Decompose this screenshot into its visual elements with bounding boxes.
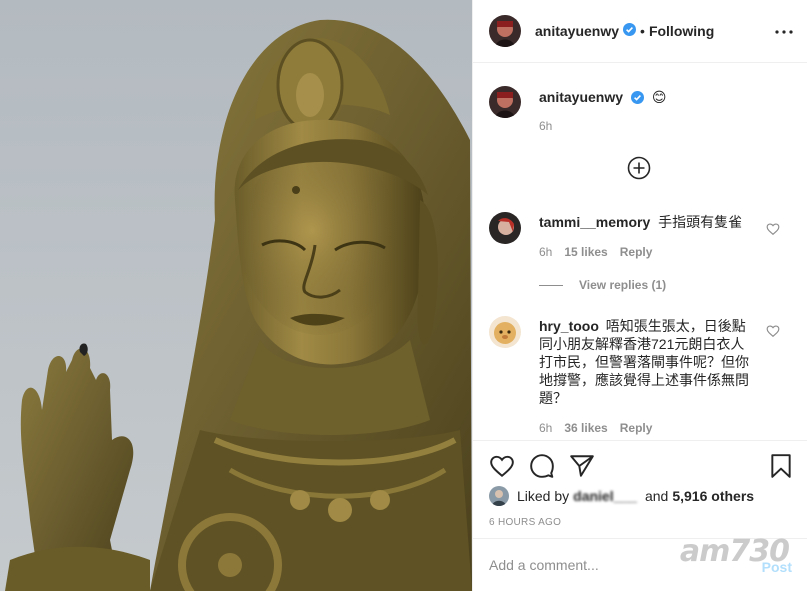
caption-emoji: 😊 <box>651 89 667 105</box>
likes-prefix: Liked by <box>517 488 570 504</box>
more-options-icon[interactable] <box>774 22 794 42</box>
comment-like-heart-icon[interactable] <box>766 324 780 338</box>
author-avatar-image <box>489 15 521 47</box>
comment-text-line: 題？ <box>539 390 567 406</box>
author-avatar[interactable] <box>489 15 521 47</box>
post-photo[interactable] <box>0 0 472 591</box>
commenter-avatar[interactable] <box>489 316 521 348</box>
commenter-username[interactable]: tammi__memory <box>539 214 650 230</box>
comment-likes[interactable]: 36 likes <box>564 421 607 435</box>
view-replies-label: View replies (1) <box>579 278 667 292</box>
caption-row: anitayuenwy 😊 <box>489 86 666 118</box>
plus-circle-icon <box>627 156 651 180</box>
comment-likes[interactable]: 15 likes <box>564 245 607 259</box>
liker-avatar[interactable] <box>489 486 509 506</box>
replies-divider <box>539 284 563 286</box>
guanyin-statue-image <box>0 0 472 591</box>
comment-meta: 6h 15 likes Reply <box>539 245 652 259</box>
caption-avatar[interactable] <box>489 86 521 118</box>
verified-badge-icon <box>630 90 644 108</box>
post-action-bar <box>473 440 807 492</box>
caption-time: 6h <box>539 119 553 133</box>
comment-time: 6h <box>539 421 553 435</box>
commenter-avatar[interactable] <box>489 212 521 244</box>
comment-row: hry_tooo 唔知張生張太，日後點 同小朋友解釋香港721元朗白衣人 打市民… <box>489 316 761 407</box>
commenter-username[interactable]: hry_tooo <box>539 318 599 334</box>
reply-button[interactable]: Reply <box>620 421 653 435</box>
author-username[interactable]: anitayuenwy <box>535 23 619 39</box>
share-paper-plane-icon[interactable] <box>569 453 595 479</box>
post-time-ago[interactable]: 6 HOURS AGO <box>489 517 561 528</box>
comment-time: 6h <box>539 245 553 259</box>
comment-text-line: 同小朋友解釋香港721元朗白衣人 <box>539 336 745 352</box>
reply-button[interactable]: Reply <box>620 245 653 259</box>
likes-connector: and <box>644 488 669 504</box>
others-count[interactable]: 5,916 others <box>672 488 754 504</box>
post-side-panel: anitayuenwy • Following anitayuenwy 😊 6h… <box>472 0 807 591</box>
am730-watermark: am730 <box>679 534 790 569</box>
comment-text-line: 打市民，但警署落閘事件呢？但你 <box>539 354 749 370</box>
comment-like-heart-icon[interactable] <box>766 222 780 236</box>
comment-meta: 6h 36 likes Reply <box>539 421 652 435</box>
caption-username[interactable]: anitayuenwy <box>539 89 623 105</box>
comments-section[interactable]: anitayuenwy 😊 6h tammi__memory 手指頭有隻雀 6h… <box>473 64 807 440</box>
separator-dot: • <box>640 23 645 39</box>
load-more-comments-button[interactable] <box>627 156 651 180</box>
view-replies-button[interactable]: View replies (1) <box>539 278 666 292</box>
comment-row: tammi__memory 手指頭有隻雀 <box>489 212 742 244</box>
post-header: anitayuenwy • Following <box>473 0 807 63</box>
comment-text-line: 地撐警，應該覺得上述事件係無問 <box>539 372 749 388</box>
verified-badge-icon <box>623 23 637 39</box>
comment-text: 手指頭有隻雀 <box>658 214 743 230</box>
liker-username[interactable]: daniel___ <box>573 488 637 504</box>
comment-text-line: 唔知張生張太，日後點 <box>605 318 746 334</box>
likes-summary: Liked by daniel___ and 5,916 others <box>489 486 754 506</box>
like-heart-icon[interactable] <box>489 453 515 479</box>
comment-bubble-icon[interactable] <box>529 453 555 479</box>
following-button[interactable]: Following <box>649 23 714 39</box>
save-bookmark-icon[interactable] <box>768 453 794 479</box>
